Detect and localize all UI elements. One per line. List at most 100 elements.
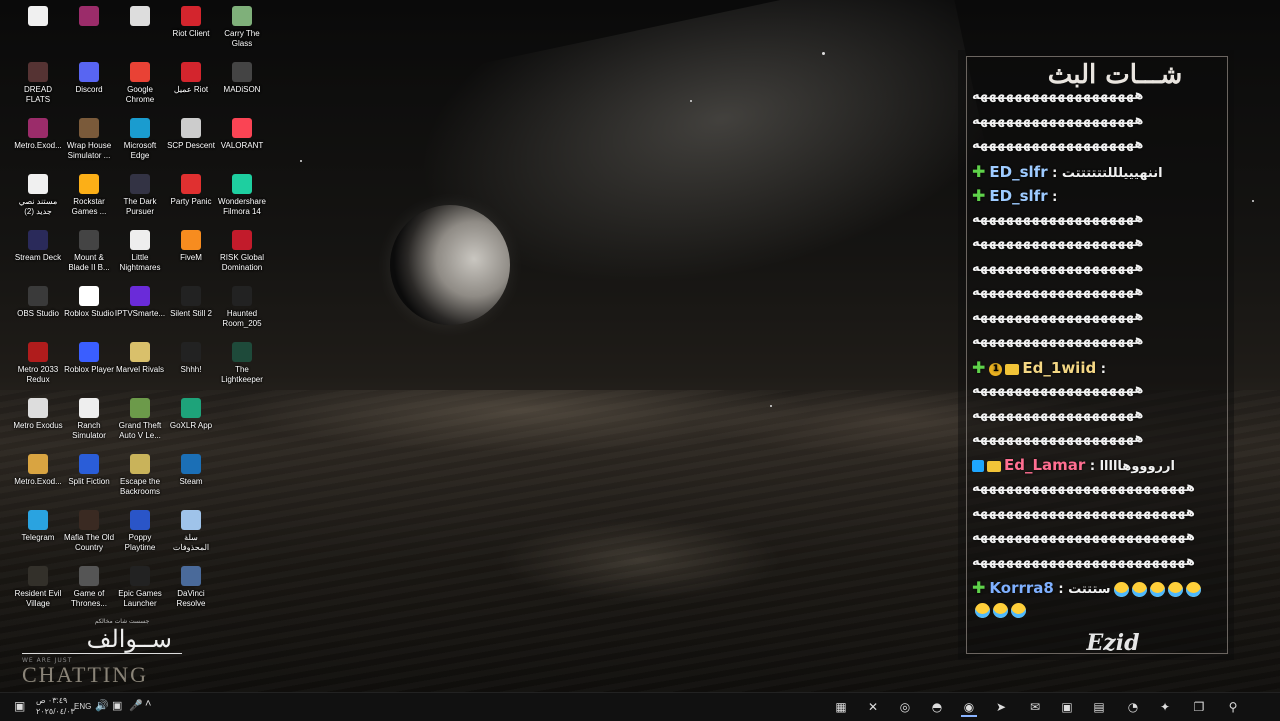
desktop-icon[interactable]: مستند نصي جديد (2) — [12, 172, 64, 226]
edge-taskbar-icon[interactable]: ◔ — [1122, 697, 1144, 717]
text-file-icon — [28, 454, 48, 474]
desktop-icon[interactable]: Escape the Backrooms — [114, 452, 166, 506]
got-icon — [79, 566, 99, 586]
desktop-icon-label: Metro.Exod... — [14, 477, 62, 486]
desktop-icon[interactable]: Little Nightmares — [114, 228, 166, 282]
desktop-icon[interactable]: Rockstar Games ... — [63, 172, 115, 226]
store-taskbar-icon[interactable]: ▣ — [1056, 697, 1078, 717]
carry-glass-icon — [232, 6, 252, 26]
goxlr-icon — [181, 398, 201, 418]
discord-taskbar-icon[interactable]: ◓ — [926, 697, 948, 717]
desktop-icon[interactable]: عميل Riot — [165, 60, 217, 114]
chat-text: هههههههههههههههههههه — [972, 382, 1144, 397]
desktop-icon[interactable]: Discord — [63, 60, 115, 114]
chrome-taskbar-icon[interactable]: ◉ — [958, 697, 980, 717]
xbox-taskbar-icon[interactable]: ✕ — [862, 697, 884, 717]
file-explorer-taskbar-icon[interactable]: ▤ — [1088, 697, 1110, 717]
taskbar-clock-time[interactable]: ٠٣:٤٩ ص — [36, 696, 67, 705]
desktop-icon[interactable]: Metro 2033 Redux — [12, 340, 64, 394]
chat-message: هههههههههههههههههههههههههه — [972, 505, 1195, 527]
desktop-icon-label: Wrap House Simulator ... — [66, 141, 112, 160]
network-icon[interactable]: ▣ — [112, 699, 122, 712]
haunted-room-icon — [232, 286, 252, 306]
desktop-icon[interactable]: FiveM — [165, 228, 217, 282]
copilot-taskbar-icon[interactable]: ✦ — [1154, 697, 1176, 717]
desktop-icon-label: Little Nightmares — [119, 253, 161, 272]
desktop-icon[interactable]: Roblox Player — [63, 340, 115, 394]
task-view-icon[interactable]: ❐ — [1188, 697, 1210, 717]
desktop-icon[interactable]: Roblox Studio — [63, 284, 115, 338]
desktop-icon[interactable]: RISK Global Domination — [216, 228, 268, 282]
desktop-icon-label: Mafia The Old Country — [63, 533, 115, 552]
desktop-icon-label: Google Chrome — [125, 85, 155, 104]
desktop-icon[interactable]: Marvel Rivals — [114, 340, 166, 394]
desktop-icon[interactable]: Steam — [165, 452, 217, 506]
chat-text: ارروووهااااا — [1099, 458, 1175, 474]
desktop-icon[interactable]: Wrap House Simulator ... — [63, 116, 115, 170]
search-icon[interactable]: ⚲ — [1222, 697, 1244, 717]
desktop-icon[interactable]: Metro.Exod... — [12, 452, 64, 506]
desktop-icon[interactable]: Shhh! — [165, 340, 217, 394]
desktop-icon-label: Game of Thrones... — [70, 589, 107, 608]
desktop-icon[interactable]: Mount & Blade II B... — [63, 228, 115, 282]
desktop-icon[interactable]: Ranch Simulator — [63, 396, 115, 450]
risk-icon — [232, 230, 252, 250]
desktop-icon[interactable] — [12, 4, 64, 58]
desktop-icon-label: Carry The Glass — [224, 29, 260, 48]
desktop-icon[interactable]: Mafia The Old Country — [63, 508, 115, 562]
desktop-icon[interactable]: Poppy Playtime — [114, 508, 166, 562]
split-fiction-icon — [79, 454, 99, 474]
desktop-icon[interactable]: Wondershare Filmora 14 — [216, 172, 268, 226]
desktop-icon[interactable]: Google Chrome — [114, 60, 166, 114]
obs-taskbar-icon[interactable]: ◎ — [894, 697, 916, 717]
silent-still-icon — [181, 286, 201, 306]
notification-icon[interactable]: ▣ — [14, 699, 25, 713]
outlook-taskbar-icon[interactable]: ✉ — [1024, 697, 1046, 717]
chat-separator: : — [1096, 361, 1106, 377]
desktop-icon[interactable]: DaVinci Resolve — [165, 564, 217, 618]
taskbar-clock-date[interactable]: ٢٠٢٥/٠٤/٠٣ — [36, 707, 75, 716]
chat-message: ✚ ED_slfr : — [972, 186, 1057, 208]
desktop-icon[interactable]: Metro.Exod... — [12, 116, 64, 170]
roblox-player-icon — [79, 342, 99, 362]
desktop-icon[interactable]: VALORANT — [216, 116, 268, 170]
desktop-icon[interactable]: Split Fiction — [63, 452, 115, 506]
microphone-icon[interactable]: 🎤 — [129, 699, 143, 712]
desktop-icon[interactable]: سلة المحذوفات — [165, 508, 217, 562]
desktop-icon[interactable]: The Lightkeeper — [216, 340, 268, 394]
desktop-icon[interactable]: Silent Still 2 — [165, 284, 217, 338]
desktop-icon[interactable]: Party Panic — [165, 172, 217, 226]
scp-icon — [181, 118, 201, 138]
desktop-icon[interactable]: Microsoft Edge — [114, 116, 166, 170]
resident-evil-icon — [28, 566, 48, 586]
desktop-icon[interactable]: The Dark Pursuer — [114, 172, 166, 226]
chat-message: هههههههههههههههههههههههههه — [972, 529, 1195, 551]
desktop-icon[interactable]: Telegram — [12, 508, 64, 562]
desktop-icon[interactable]: Metro Exodus — [12, 396, 64, 450]
desktop-icon[interactable]: MADiSON — [216, 60, 268, 114]
language-indicator[interactable]: ENG — [74, 702, 91, 711]
desktop-icon[interactable]: Resident Evil Village — [12, 564, 64, 618]
chevron-up-icon[interactable]: ˄ — [145, 698, 151, 710]
desktop-icon-label: Wondershare Filmora 14 — [218, 197, 266, 216]
desktop-icon[interactable]: Grand Theft Auto V Le... — [114, 396, 166, 450]
telegram-taskbar-icon[interactable]: ➤ — [990, 697, 1012, 717]
desktop-icon[interactable]: Haunted Room_205 — [216, 284, 268, 338]
desktop-icon[interactable]: GoXLR App — [165, 396, 217, 450]
desktop-icon[interactable]: Stream Deck — [12, 228, 64, 282]
stream-deck-taskbar-icon[interactable]: ▦ — [830, 697, 852, 717]
desktop-icon[interactable]: SCP Descent — [165, 116, 217, 170]
wallpaper-star — [822, 52, 825, 55]
desktop-icon[interactable]: OBS Studio — [12, 284, 64, 338]
desktop-icon[interactable]: IPTVSmarte... — [114, 284, 166, 338]
chat-message: هههههههههههههههههههه — [972, 260, 1143, 282]
desktop-icon[interactable]: Game of Thrones... — [63, 564, 115, 618]
desktop-icon[interactable]: DREAD FLATS — [12, 60, 64, 114]
desktop-icon[interactable] — [114, 4, 166, 58]
desktop-icon[interactable]: Epic Games Launcher — [114, 564, 166, 618]
desktop-icon[interactable] — [63, 4, 115, 58]
desktop-icon[interactable]: Carry The Glass — [216, 4, 268, 58]
volume-icon[interactable]: 🔊 — [95, 699, 109, 712]
desktop-icon[interactable]: Riot Client — [165, 4, 217, 58]
crying-emoji-icon — [1113, 582, 1129, 597]
